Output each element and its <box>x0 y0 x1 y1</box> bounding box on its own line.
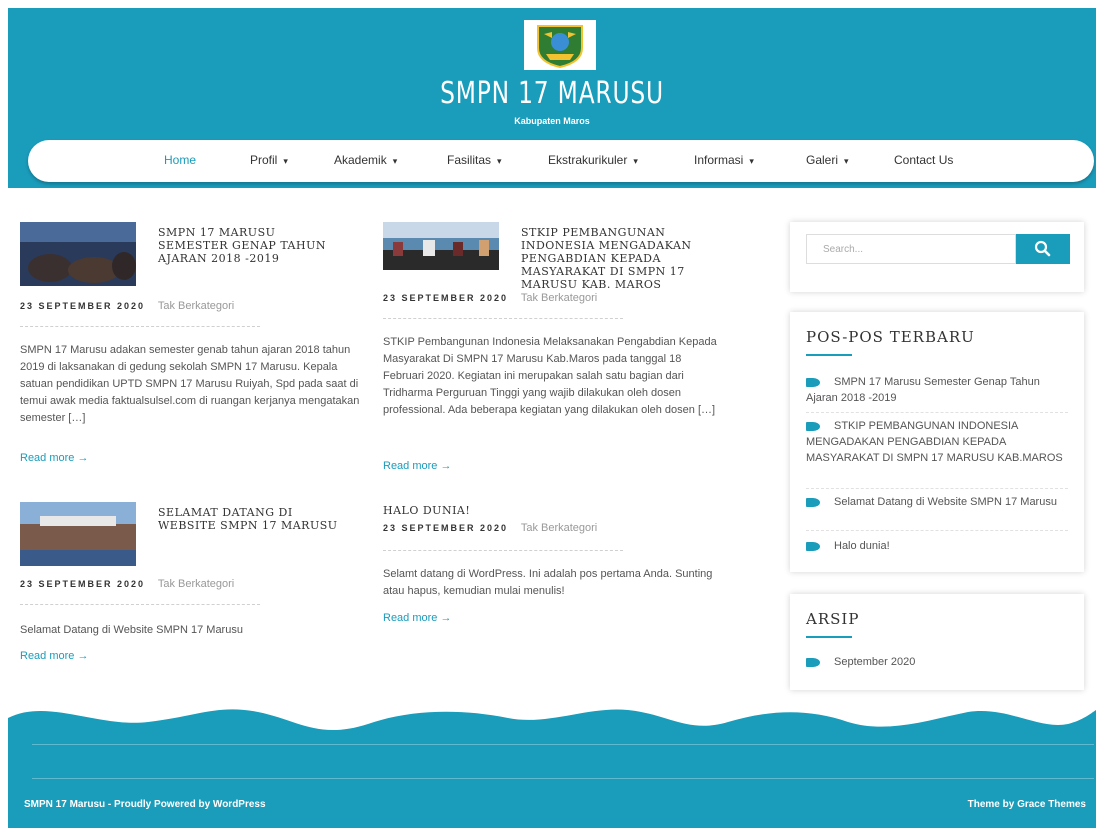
post-title[interactable]: SMPN 17 Marusu Semester Genap Tahun Ajar… <box>158 226 348 265</box>
nav-profil[interactable]: Profil ▾ <box>250 153 288 167</box>
nav-label: Contact Us <box>894 153 954 167</box>
post-thumbnail[interactable] <box>20 502 136 566</box>
recent-posts-widget: Pos-pos Terbaru SMPN 17 Marusu Semester … <box>790 312 1084 572</box>
caret-down-icon: ▾ <box>844 156 849 166</box>
nav-label: Fasilitas <box>447 153 492 167</box>
recent-post-link[interactable]: Selamat Datang di Website SMPN 17 Marusu <box>834 496 1057 508</box>
post-meta: 23 SEPTEMBER 2020 Tak Berkategori <box>383 522 597 534</box>
nav-akademik[interactable]: Akademik ▾ <box>334 153 397 167</box>
search-button[interactable] <box>1016 234 1070 264</box>
post-meta: 23 SEPTEMBER 2020 Tak Berkategori <box>20 300 234 312</box>
post-category[interactable]: Tak Berkategori <box>158 578 234 590</box>
archive-item[interactable]: September 2020 <box>806 654 1068 670</box>
nav-contact-us[interactable]: Contact Us <box>894 153 953 167</box>
post-category[interactable]: Tak Berkategori <box>521 522 597 534</box>
post-title[interactable]: Halo dunia! <box>383 504 623 517</box>
footer-divider <box>32 778 1094 779</box>
divider <box>383 550 623 551</box>
post-excerpt: STKIP Pembangunan Indonesia Melaksanakan… <box>383 336 717 416</box>
post-meta: 23 SEPTEMBER 2020 Tak Berkategori <box>383 292 597 304</box>
site-footer: SMPN 17 Marusu - Proudly Powered by Word… <box>8 700 1096 828</box>
footer-divider <box>32 744 1094 745</box>
site-header: SMPN 17 MARUSU Kabupaten Maros Home Prof… <box>8 8 1096 188</box>
post-excerpt: SMPN 17 Marusu adakan semester genab tah… <box>20 344 360 424</box>
title-underline <box>806 636 852 638</box>
search-icon <box>1034 240 1051 257</box>
post-title[interactable]: STKIP PEMBANGUNAN INDONESIA MENGADAKAN P… <box>521 226 711 291</box>
post-category[interactable]: Tak Berkategori <box>158 300 234 312</box>
recent-post-item[interactable]: STKIP PEMBANGUNAN INDONESIA MENGADAKAN P… <box>806 418 1068 466</box>
nav-informasi[interactable]: Informasi ▾ <box>694 153 754 167</box>
caret-down-icon: ▾ <box>497 156 502 166</box>
divider <box>20 604 260 605</box>
site-subtitle: Kabupaten Maros <box>514 116 590 126</box>
post-thumbnail[interactable] <box>20 222 136 286</box>
widget-title: Pos-pos Terbaru <box>806 328 975 346</box>
nav-label: Informasi <box>694 153 744 167</box>
recent-post-item[interactable]: SMPN 17 Marusu Semester Genap Tahun Ajar… <box>806 374 1068 406</box>
recent-post-link[interactable]: STKIP PEMBANGUNAN INDONESIA MENGADAKAN P… <box>806 420 1063 464</box>
post-thumbnail[interactable] <box>383 222 499 270</box>
post-date: 23 SEPTEMBER 2020 <box>20 301 146 311</box>
archive-widget: Arsip September 2020 <box>790 594 1084 690</box>
read-more-link[interactable]: Read more → <box>20 452 88 464</box>
nav-home[interactable]: Home <box>164 153 196 167</box>
recent-post-link[interactable]: SMPN 17 Marusu Semester Genap Tahun Ajar… <box>806 376 1040 404</box>
post-excerpt: Selamat Datang di Website SMPN 17 Marusu <box>20 624 243 636</box>
post-title[interactable]: Selamat Datang di Website SMPN 17 Marusu <box>158 506 348 532</box>
post-date: 23 SEPTEMBER 2020 <box>383 523 509 533</box>
post-category[interactable]: Tak Berkategori <box>521 292 597 304</box>
nav-ekstrakurikuler[interactable]: Ekstrakurikuler ▾ <box>548 153 638 167</box>
post-date: 23 SEPTEMBER 2020 <box>20 579 146 589</box>
tag-icon <box>806 541 820 551</box>
search-widget: Search... <box>790 222 1084 292</box>
nav-label: Akademik <box>334 153 387 167</box>
tag-icon <box>806 421 820 431</box>
divider <box>806 488 1068 489</box>
footer-credit[interactable]: SMPN 17 Marusu - Proudly Powered by Word… <box>24 799 266 810</box>
caret-down-icon: ▾ <box>749 156 754 166</box>
caret-down-icon: ▾ <box>633 156 638 166</box>
caret-down-icon: ▾ <box>283 156 288 166</box>
tag-icon <box>806 377 820 387</box>
read-more-link[interactable]: Read more → <box>20 650 88 662</box>
recent-post-link[interactable]: Halo dunia! <box>834 540 890 552</box>
nav-fasilitas[interactable]: Fasilitas ▾ <box>447 153 502 167</box>
archive-link[interactable]: September 2020 <box>834 656 915 668</box>
nav-label: Ekstrakurikuler <box>548 153 628 167</box>
theme-credit[interactable]: Theme by Grace Themes <box>968 799 1086 810</box>
recent-post-item[interactable]: Selamat Datang di Website SMPN 17 Marusu <box>806 494 1068 510</box>
nav-galeri[interactable]: Galeri ▾ <box>806 153 849 167</box>
caret-down-icon: ▾ <box>392 156 398 166</box>
search-input[interactable]: Search... <box>806 234 1016 264</box>
tag-icon <box>806 497 820 507</box>
post-excerpt: Selamt datang di WordPress. Ini adalah p… <box>383 568 713 597</box>
widget-title: Arsip <box>806 610 860 628</box>
recent-post-item[interactable]: Halo dunia! <box>806 538 1068 554</box>
school-logo[interactable] <box>524 20 596 70</box>
divider <box>383 318 623 319</box>
title-underline <box>806 354 852 356</box>
tag-icon <box>806 657 820 667</box>
read-more-link[interactable]: Read more → <box>383 612 451 624</box>
divider <box>806 530 1068 531</box>
divider <box>806 412 1068 413</box>
post-date: 23 SEPTEMBER 2020 <box>383 293 509 303</box>
site-title[interactable]: SMPN 17 MARUSU <box>128 76 977 111</box>
post-meta: 23 SEPTEMBER 2020 Tak Berkategori <box>20 578 234 590</box>
nav-label: Home <box>164 153 197 167</box>
main-navigation: Home Profil ▾ Akademik ▾ Fasilitas ▾ Ekstra… <box>28 140 1094 182</box>
divider <box>20 326 260 327</box>
nav-label: Galeri <box>806 153 839 167</box>
nav-label: Profil <box>250 153 278 167</box>
read-more-link[interactable]: Read more → <box>383 460 451 472</box>
